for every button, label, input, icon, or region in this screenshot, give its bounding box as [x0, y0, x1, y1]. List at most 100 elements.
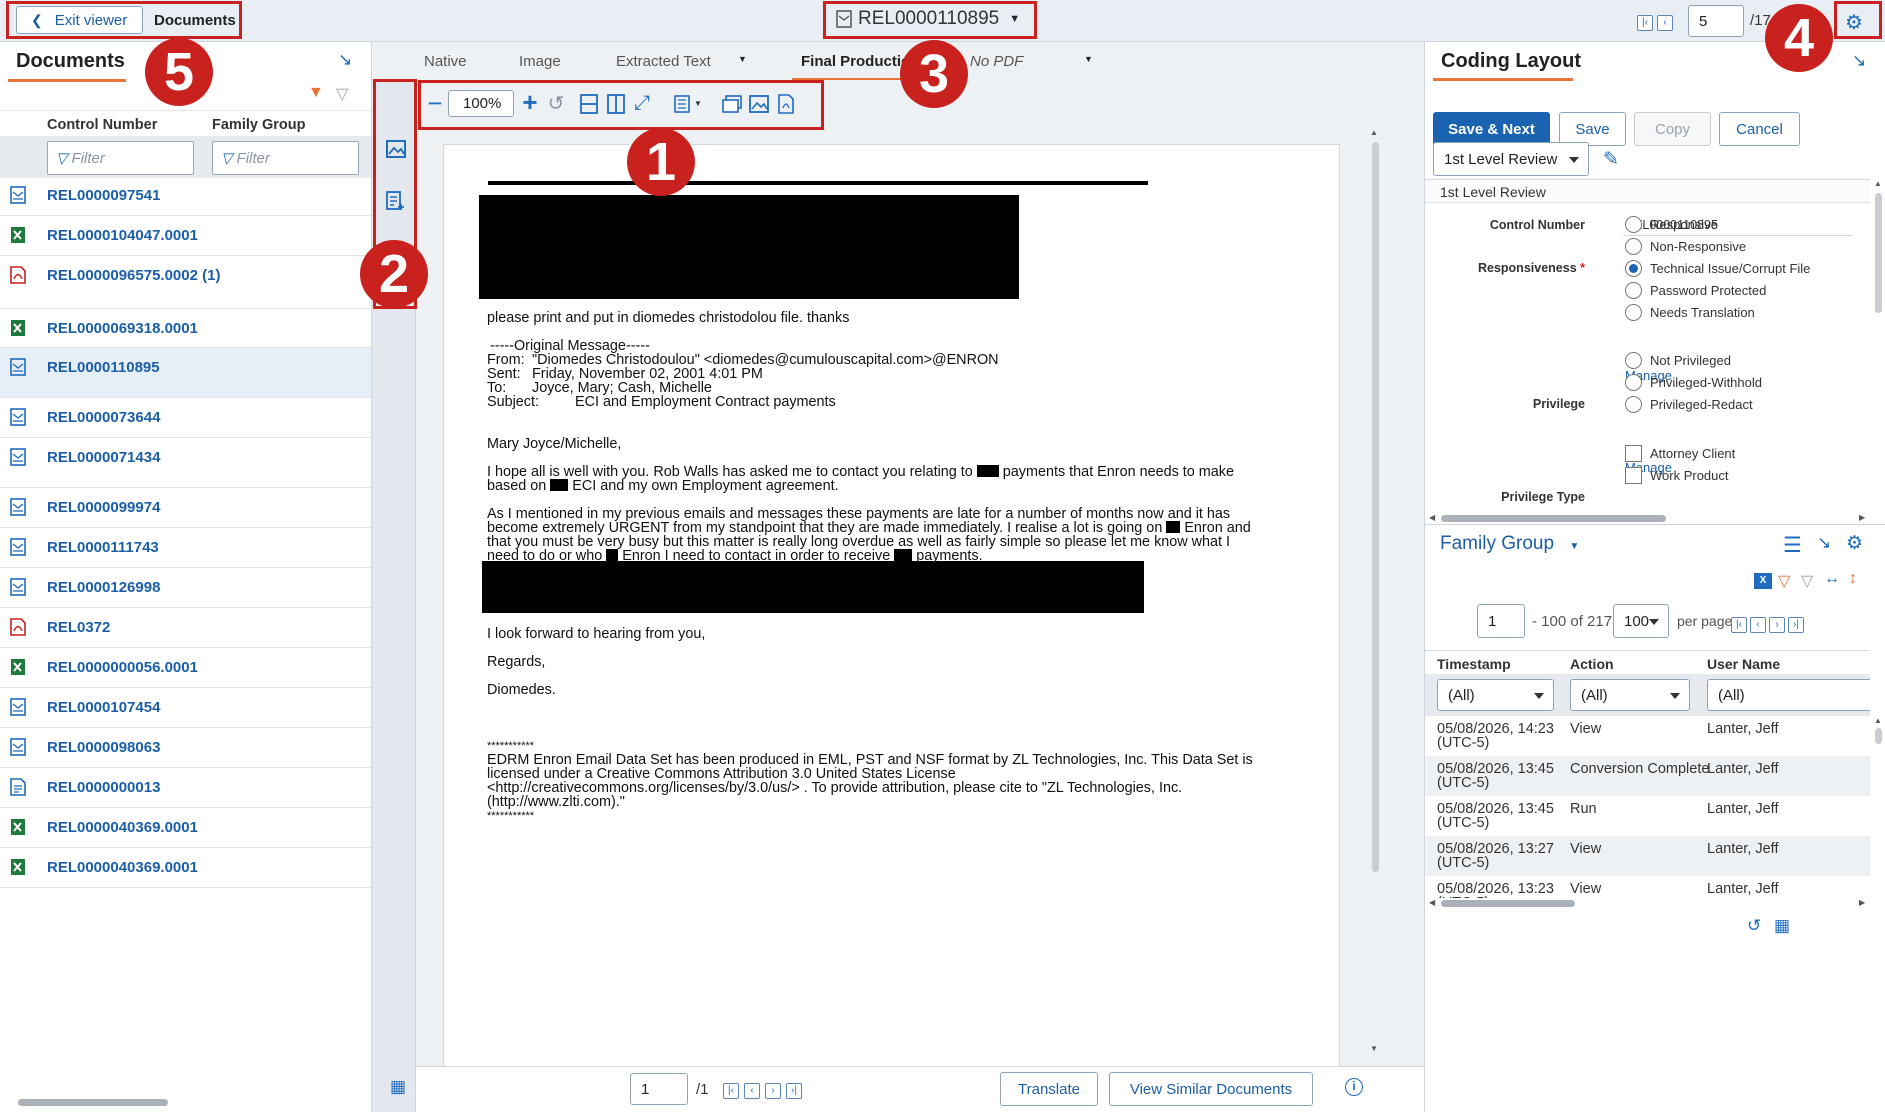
tab-no-pdf[interactable]: No PDF [970, 53, 1023, 70]
edit-pencil-icon[interactable]: ✎ [1603, 148, 1619, 171]
radio-button[interactable] [1625, 304, 1642, 321]
document-control-number[interactable]: REL0000071434 [47, 449, 227, 466]
responsiveness-option[interactable]: Responsive [1625, 216, 1718, 233]
family-next-page-button[interactable]: › [1769, 614, 1788, 633]
chevron-down-icon[interactable]: ▼ [738, 54, 747, 64]
document-control-number[interactable]: REL0000096575.0002 (1) [47, 267, 227, 284]
collapse-icon[interactable]: ↘ [1817, 533, 1831, 553]
control-number-header[interactable]: Control Number [47, 117, 157, 133]
document-row[interactable]: REL0000110895 [0, 348, 371, 398]
radio-button[interactable] [1625, 216, 1642, 233]
document-row[interactable]: REL0000111743 [0, 528, 371, 568]
document-row[interactable]: REL0000000056.0001 [0, 648, 371, 688]
tab-final-production[interactable]: Final Productio [801, 53, 910, 70]
document-row[interactable]: REL0000099974 [0, 488, 371, 528]
viewer-first-page-button[interactable]: |‹ [723, 1080, 742, 1099]
viewer-prev-page-button[interactable]: ‹ [744, 1080, 763, 1099]
radio-button[interactable] [1625, 260, 1642, 277]
document-control-number[interactable]: REL0000040369.0001 [47, 859, 227, 876]
fit-columns-icon[interactable]: ↔ [1824, 570, 1840, 588]
document-control-number[interactable]: REL0000097541 [47, 187, 227, 204]
document-row[interactable]: REL0000073644 [0, 398, 371, 438]
document-row[interactable]: REL0000126998 [0, 568, 371, 608]
coding-layout-select[interactable]: 1st Level Review [1433, 142, 1589, 176]
document-row[interactable]: REL0000069318.0001 [0, 309, 371, 348]
calculator-icon[interactable]: ▦ [1774, 916, 1790, 936]
document-row[interactable]: REL0000104047.0001 [0, 216, 371, 256]
filter-icon[interactable]: ▼ [308, 84, 324, 102]
document-row[interactable]: REL0000097541 [0, 176, 371, 216]
family-first-page-button[interactable]: |‹ [1731, 614, 1750, 633]
document-row[interactable]: REL0000071434 [0, 438, 371, 488]
action-header[interactable]: Action [1570, 656, 1614, 672]
chevron-down-icon[interactable]: ▼ [1084, 54, 1093, 64]
document-page-input[interactable]: 5 [1688, 5, 1744, 37]
settings-gear-icon[interactable]: ⚙ [1846, 532, 1863, 555]
tab-extracted-text[interactable]: Extracted Text [616, 53, 711, 70]
viewer-page-input[interactable]: 1 [630, 1073, 688, 1105]
privilege-option[interactable]: Privileged-Withhold [1625, 374, 1762, 391]
responsiveness-option[interactable]: Technical Issue/Corrupt File [1625, 260, 1810, 277]
document-control-number[interactable]: REL0000000056.0001 [47, 659, 227, 676]
document-control-number[interactable]: REL0000111743 [47, 539, 227, 556]
clear-filter-icon[interactable]: ▽ [1801, 571, 1813, 591]
document-row[interactable]: REL0000040369.0001 [0, 808, 371, 848]
document-control-number[interactable]: REL0000098063 [47, 739, 227, 756]
first-page-button[interactable]: |‹ [1637, 12, 1656, 31]
control-number-filter[interactable]: ▽ Filter [47, 141, 194, 175]
family-table-row[interactable]: 05/08/2026, 13:27 View Lanter, Jeff (UTC-5) [1425, 836, 1870, 876]
document-control-number[interactable]: REL0000126998 [47, 579, 227, 596]
document-control-number[interactable]: REL0372 [47, 619, 227, 636]
radio-button[interactable] [1625, 374, 1642, 391]
document-control-number[interactable]: REL0000104047.0001 [47, 227, 227, 244]
filter-icon[interactable]: ▽ [1778, 571, 1790, 591]
document-vertical-scrollbar[interactable]: ▲ ▼ [1370, 128, 1382, 1058]
history-icon[interactable]: ↺ [1747, 916, 1761, 936]
family-group-filter[interactable]: ▽ Filter [212, 141, 359, 175]
document-control-number[interactable]: REL0000110895 [47, 359, 227, 376]
user-name-header[interactable]: User Name [1707, 656, 1780, 672]
viewer-next-page-button[interactable]: › [765, 1080, 784, 1099]
radio-button[interactable] [1625, 282, 1642, 299]
timestamp-header[interactable]: Timestamp [1437, 656, 1511, 672]
privilege-option[interactable]: Privileged-Redact [1625, 396, 1753, 413]
cancel-button[interactable]: Cancel [1719, 112, 1800, 146]
responsiveness-option[interactable]: Password Protected [1625, 282, 1766, 299]
family-page-input[interactable]: 1 [1477, 604, 1525, 638]
family-horizontal-scrollbar[interactable]: ◀ ▶ [1429, 898, 1869, 908]
save-button[interactable]: Save [1559, 112, 1626, 146]
document-control-number[interactable]: REL0000000013 [47, 779, 227, 796]
document-control-number[interactable]: REL0000069318.0001 [47, 320, 227, 337]
document-row[interactable]: REL0000107454 [0, 688, 371, 728]
radio-button[interactable] [1625, 238, 1642, 255]
translate-button[interactable]: Translate [1000, 1072, 1098, 1106]
view-similar-documents-button[interactable]: View Similar Documents [1109, 1072, 1313, 1106]
info-icon[interactable]: i [1345, 1078, 1363, 1096]
radio-button[interactable] [1625, 352, 1642, 369]
prev-page-button[interactable]: ‹ [1657, 12, 1676, 31]
document-row[interactable]: REL0000098063 [0, 728, 371, 768]
tab-image[interactable]: Image [519, 53, 561, 70]
menu-icon[interactable]: ☰ [1783, 533, 1802, 558]
family-vertical-scrollbar[interactable]: ▲ [1872, 716, 1884, 898]
timestamp-filter[interactable]: (All) [1437, 679, 1554, 711]
privilege-type-option[interactable]: Work Product [1625, 467, 1729, 484]
document-row[interactable]: REL0000096575.0002 (1) [0, 256, 371, 309]
per-page-select[interactable]: 100 [1613, 604, 1669, 638]
checkbox[interactable] [1625, 445, 1642, 462]
collapse-icon[interactable]: ↘ [1852, 51, 1866, 71]
family-group-title[interactable]: Family Group ▼ [1440, 533, 1579, 555]
collapse-icon[interactable]: ↘ [338, 50, 352, 70]
checkbox[interactable] [1625, 467, 1642, 484]
responsiveness-option[interactable]: Needs Translation [1625, 304, 1755, 321]
family-table-row[interactable]: 05/08/2026, 14:23 View Lanter, Jeff (UTC-5) [1425, 716, 1870, 756]
freeze-icon[interactable]: ↕ [1849, 570, 1857, 588]
family-prev-page-button[interactable]: ‹ [1750, 614, 1769, 633]
document-control-number[interactable]: REL0000073644 [47, 409, 227, 426]
coding-vertical-scrollbar[interactable]: ▲ ▼ [1872, 179, 1884, 551]
thumbnails-icon[interactable]: ▦ [390, 1077, 406, 1097]
clear-filter-icon[interactable]: ▽ [336, 84, 348, 104]
action-filter[interactable]: (All) [1570, 679, 1690, 711]
family-table-row[interactable]: 05/08/2026, 13:23ViewLanter, Jeff(UTC-5) [1425, 876, 1870, 899]
document-row[interactable]: REL0000000013 [0, 768, 371, 808]
